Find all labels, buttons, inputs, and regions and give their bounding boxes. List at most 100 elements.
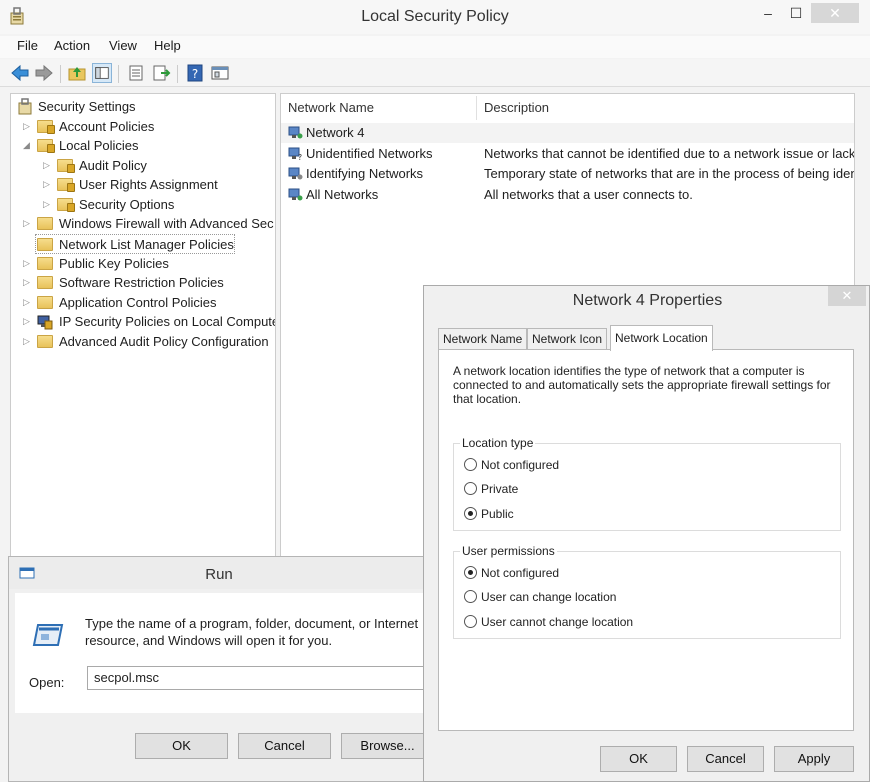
run-cancel-button[interactable]: Cancel xyxy=(238,733,331,759)
radio-circle[interactable] xyxy=(464,482,477,495)
radio-circle[interactable] xyxy=(464,615,477,628)
radio-label: Public xyxy=(481,507,514,521)
properties-ok-button[interactable]: OK xyxy=(600,746,677,772)
menu-help[interactable]: Help xyxy=(154,38,181,53)
help-icon[interactable]: ? xyxy=(185,63,205,83)
run-browse-button[interactable]: Browse... xyxy=(341,733,427,759)
identifying-network-icon xyxy=(288,167,303,180)
run-ok-button[interactable]: OK xyxy=(135,733,228,759)
toolbar-separator xyxy=(60,65,61,83)
menu-action[interactable]: Action xyxy=(54,38,90,53)
tree-item-account-policies[interactable]: ▷ Account Policies xyxy=(23,117,273,136)
expand-arrow-icon[interactable]: ▷ xyxy=(23,332,33,351)
radio-circle-selected[interactable] xyxy=(464,507,477,520)
run-description: Type the name of a program, folder, docu… xyxy=(85,616,419,648)
folder-icon xyxy=(37,296,53,309)
tab-network-icon[interactable]: Network Icon xyxy=(527,328,608,350)
list-row-all-networks[interactable]: All Networks All networks that a user co… xyxy=(281,185,854,205)
tab-network-name[interactable]: Network Name xyxy=(438,328,528,350)
unidentified-network-icon: ? xyxy=(288,147,302,161)
up-folder-icon[interactable] xyxy=(67,63,87,83)
tree-item-windows-firewall[interactable]: ▷ Windows Firewall with Advanced Sec xyxy=(23,214,275,233)
tree-item-label: Windows Firewall with Advanced Sec xyxy=(59,216,274,231)
location-type-group: Location type Not configured Private Pub… xyxy=(453,436,841,531)
list-row-unidentified-networks[interactable]: ? Unidentified Networks Networks that ca… xyxy=(281,144,855,164)
ip-security-icon xyxy=(37,315,53,330)
tree-item-label: Software Restriction Policies xyxy=(59,275,224,290)
network-name: All Networks xyxy=(306,187,379,202)
radio-circle[interactable] xyxy=(464,458,477,471)
minimize-button[interactable]: – xyxy=(753,3,783,23)
tree-item-label: Audit Policy xyxy=(79,158,147,173)
properties-apply-button[interactable]: Apply xyxy=(774,746,854,772)
close-button[interactable]: ✕ xyxy=(811,3,859,23)
tree-item-advanced-audit-policy[interactable]: ▷ Advanced Audit Policy Configuration xyxy=(23,332,275,351)
expand-arrow-icon[interactable]: ▷ xyxy=(43,195,53,214)
folder-icon xyxy=(37,257,53,270)
folder-icon xyxy=(37,276,53,289)
tree-item-label: User Rights Assignment xyxy=(79,177,218,192)
properties-icon[interactable] xyxy=(126,63,146,83)
tree-item-label: Local Policies xyxy=(59,138,139,153)
network-description: Networks that cannot be identified due t… xyxy=(484,146,855,161)
tree-item-application-control-policies[interactable]: ▷ Application Control Policies xyxy=(23,293,273,312)
tree-item-audit-policy[interactable]: ▷ Audit Policy xyxy=(43,156,273,175)
column-separator[interactable] xyxy=(476,96,477,120)
expand-arrow-icon[interactable]: ▷ xyxy=(23,312,33,331)
title-bar: Local Security Policy – ☐ ✕ xyxy=(0,0,870,34)
maximize-button[interactable]: ☐ xyxy=(781,3,811,23)
collapse-arrow-icon[interactable]: ◢ xyxy=(23,136,33,155)
tree-item-user-rights-assignment[interactable]: ▷ User Rights Assignment xyxy=(43,175,273,194)
tree-item-network-list-manager-policies[interactable]: Network List Manager Policies xyxy=(35,234,235,254)
expand-arrow-icon[interactable]: ▷ xyxy=(23,117,33,136)
expand-arrow-icon[interactable]: ▷ xyxy=(43,156,53,175)
tree-item-label: Network List Manager Policies xyxy=(59,237,234,252)
tree-item-label: Advanced Audit Policy Configuration xyxy=(59,334,269,349)
toolbar-separator xyxy=(118,65,119,83)
network-name: Unidentified Networks xyxy=(306,146,433,161)
run-body: Type the name of a program, folder, docu… xyxy=(15,593,427,713)
properties-cancel-button[interactable]: Cancel xyxy=(687,746,764,772)
tab-network-location[interactable]: Network Location xyxy=(610,325,713,351)
menu-view[interactable]: View xyxy=(109,38,137,53)
tree-item-label: IP Security Policies on Local Compute xyxy=(59,314,276,329)
tree-item-public-key-policies[interactable]: ▷ Public Key Policies xyxy=(23,254,273,273)
menu-file[interactable]: File xyxy=(17,38,38,53)
expand-arrow-icon[interactable]: ▷ xyxy=(23,273,33,292)
radio-label: User can change location xyxy=(481,590,617,604)
tree-item-software-restriction-policies[interactable]: ▷ Software Restriction Policies xyxy=(23,273,273,292)
tree-item-label: Account Policies xyxy=(59,119,155,134)
expand-arrow-icon[interactable]: ▷ xyxy=(23,254,33,273)
expand-arrow-icon[interactable]: ▷ xyxy=(23,214,33,233)
tree-item-ip-security-policies[interactable]: ▷ IP Security Policies on Local Compute xyxy=(23,312,276,331)
console-icon[interactable] xyxy=(210,63,230,83)
folder-icon xyxy=(37,335,53,348)
expand-arrow-icon[interactable]: ▷ xyxy=(23,293,33,312)
run-title-bar: Run xyxy=(9,557,427,589)
column-header-network-name[interactable]: Network Name xyxy=(288,100,374,115)
properties-close-button[interactable]: ✕ xyxy=(828,286,866,306)
open-input[interactable]: secpol.msc xyxy=(87,666,427,690)
network-properties-dialog: Network 4 Properties ✕ Network Name Netw… xyxy=(423,285,870,782)
tree-item-local-policies[interactable]: ◢ Local Policies xyxy=(23,136,273,155)
run-program-icon xyxy=(32,624,64,646)
network-name: Network 4 xyxy=(306,125,365,140)
radio-label: Private xyxy=(481,482,519,496)
list-row-identifying-networks[interactable]: Identifying Networks Temporary state of … xyxy=(281,164,854,184)
show-hide-tree-icon[interactable] xyxy=(92,63,112,83)
back-icon[interactable] xyxy=(10,63,30,83)
radio-circle-selected[interactable] xyxy=(464,566,477,579)
tree-item-security-options[interactable]: ▷ Security Options xyxy=(43,195,273,214)
network-description: All networks that a user connects to. xyxy=(484,187,693,202)
tree-pane: Security Settings ▷ Account Policies ◢ L… xyxy=(10,93,276,558)
folder-icon xyxy=(37,217,53,230)
radio-circle[interactable] xyxy=(464,590,477,603)
export-list-icon[interactable] xyxy=(151,63,171,83)
expand-arrow-icon[interactable]: ▷ xyxy=(43,175,53,194)
column-header-description[interactable]: Description xyxy=(484,100,549,115)
forward-icon[interactable] xyxy=(34,63,54,83)
svg-text:?: ? xyxy=(298,153,302,161)
toolbar-separator xyxy=(177,65,178,83)
list-row-network-4[interactable]: Network 4 xyxy=(281,123,854,143)
properties-title-bar: Network 4 Properties ✕ xyxy=(424,286,869,318)
